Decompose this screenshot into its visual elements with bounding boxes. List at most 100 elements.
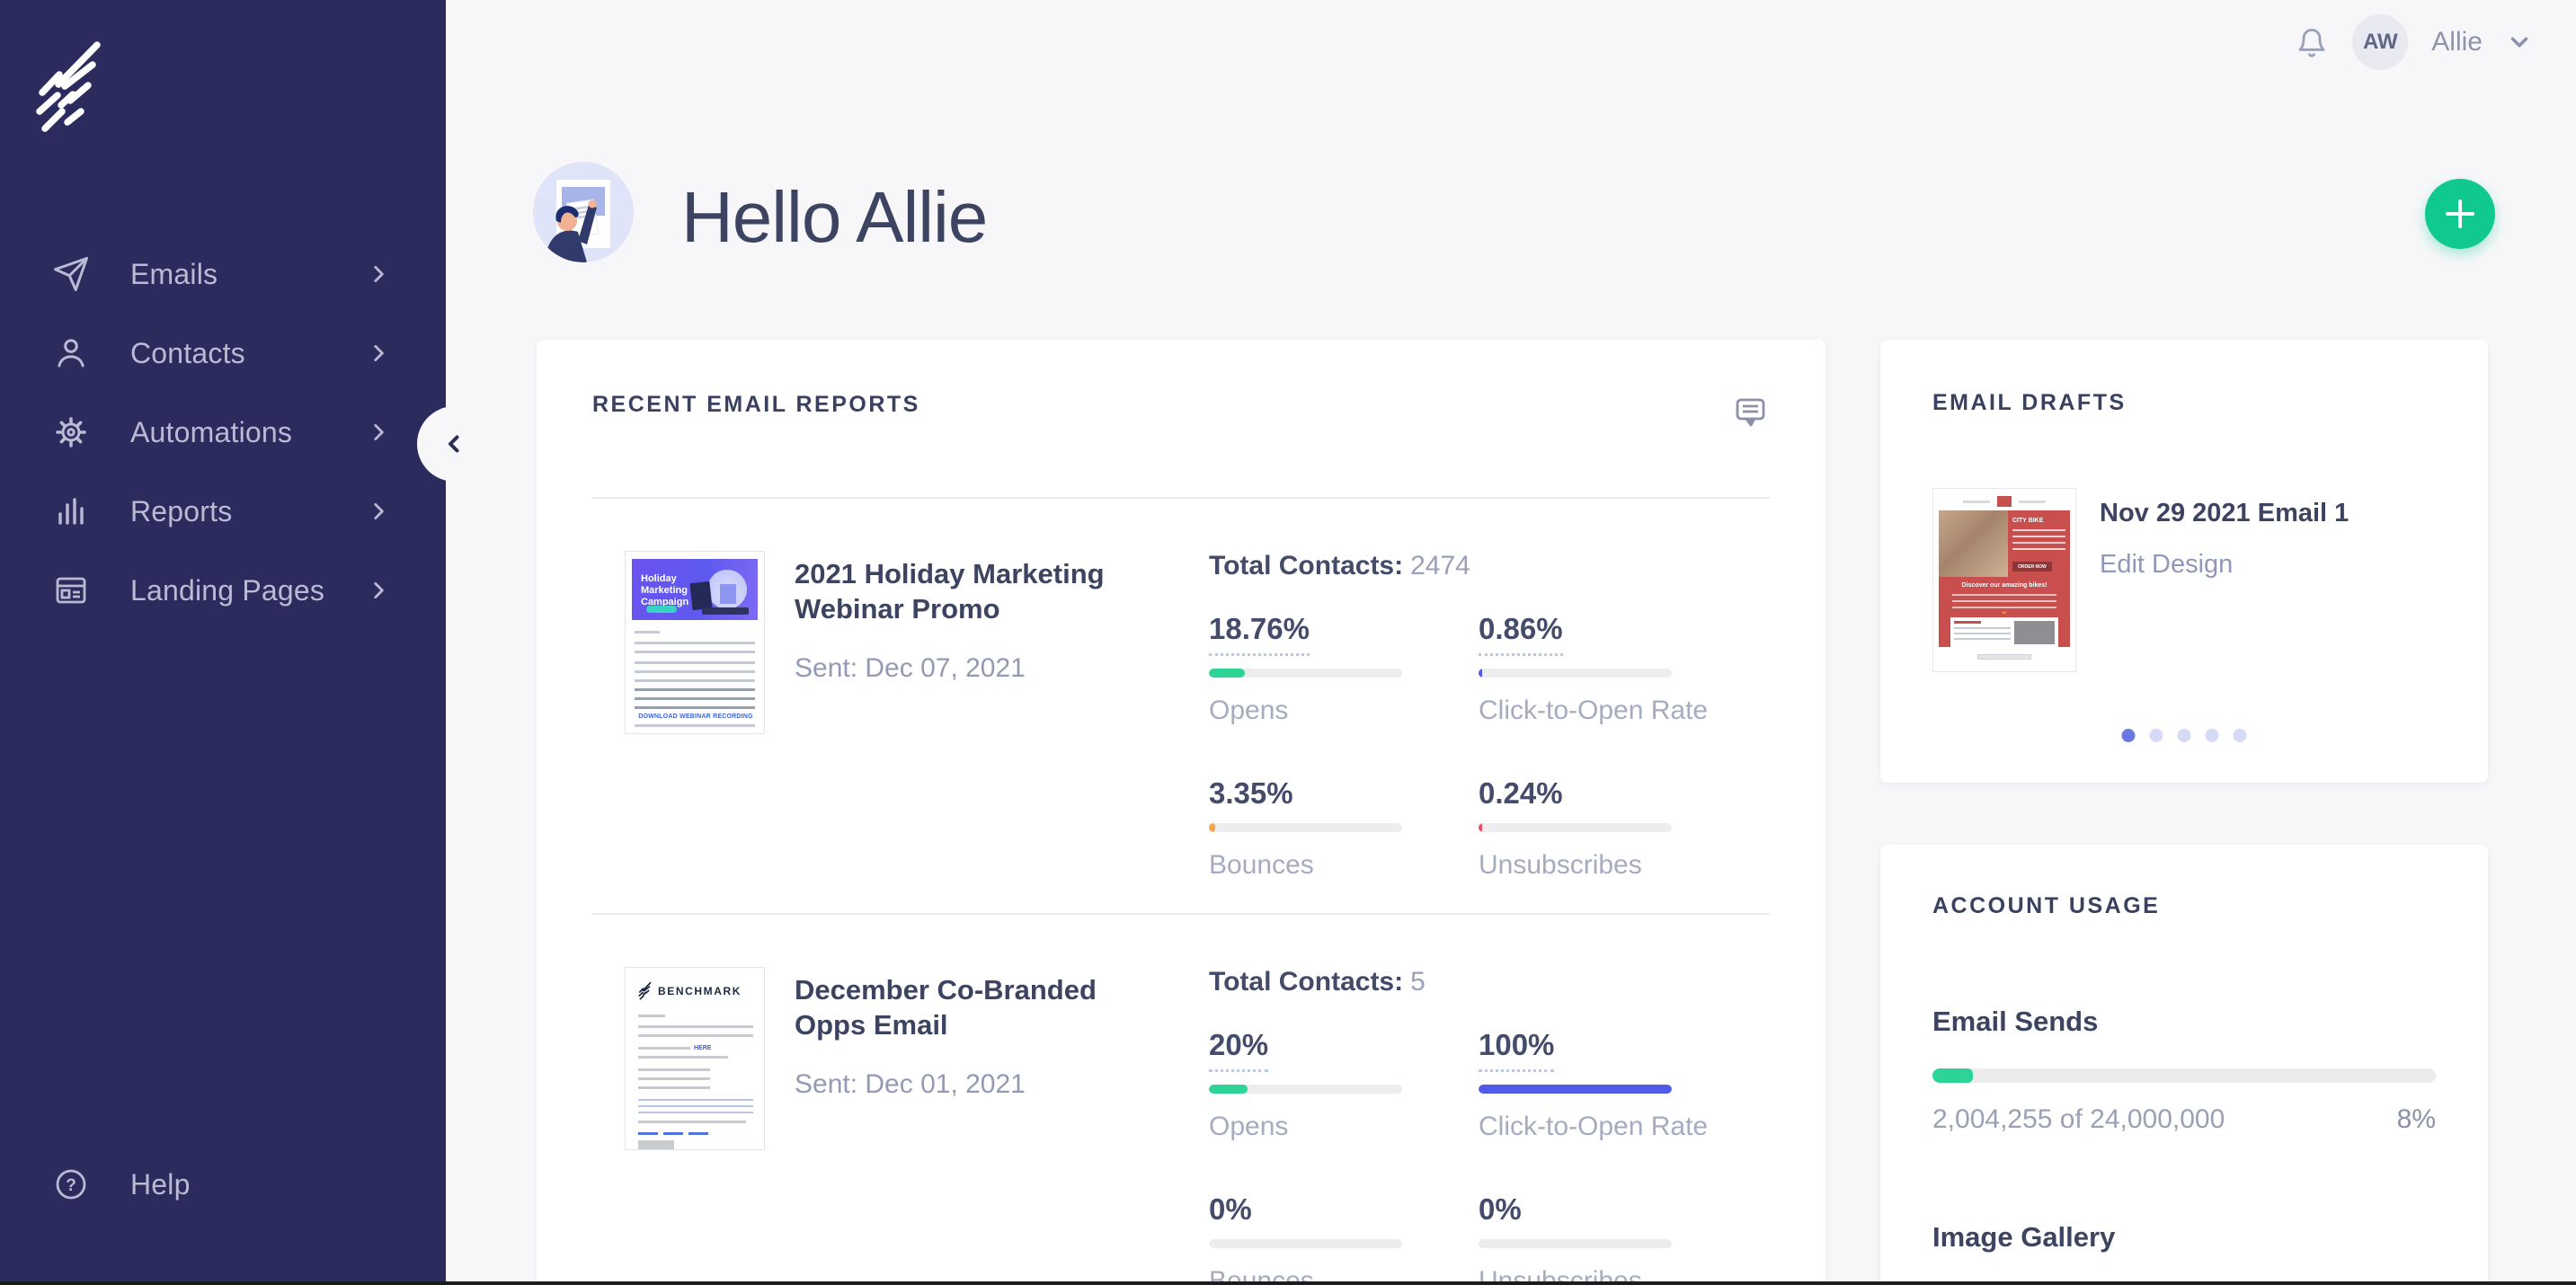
feedback-chat-icon[interactable]: [1730, 392, 1770, 436]
carousel-dot[interactable]: [2121, 729, 2136, 742]
sidebar-item-help[interactable]: ? Help: [0, 1145, 446, 1224]
total-contacts-label: Total Contacts:: [1209, 551, 1404, 580]
email-report-title[interactable]: December Co-Branded Opps Email: [795, 972, 1154, 1042]
edit-design-link[interactable]: Edit Design: [2100, 550, 2233, 580]
sidebar-item-contacts[interactable]: Contacts: [0, 314, 446, 393]
notifications-bell-icon[interactable]: [2295, 25, 2329, 59]
email-sends-bar: [1932, 1068, 2436, 1083]
chevron-down-icon[interactable]: [2506, 29, 2533, 56]
stat-value[interactable]: 18.76%: [1209, 612, 1310, 656]
stat-bar: [1479, 1085, 1672, 1094]
globe-building-shape: [720, 584, 736, 604]
stat-bar-fill: [1479, 669, 1483, 678]
stat-value: 0.24%: [1479, 776, 1563, 810]
chevron-right-icon: [367, 341, 390, 365]
create-new-button[interactable]: [2425, 179, 2495, 249]
text-lines-placeholder: [638, 1015, 665, 1018]
stat-bar-fill: [1209, 669, 1246, 678]
sidebar-item-label: Landing Pages: [130, 573, 325, 607]
email-sent-date: Sent: Dec 01, 2021: [795, 1069, 1026, 1099]
stat-bar: [1209, 1085, 1402, 1094]
stat-label: Opens: [1209, 1112, 1289, 1141]
carousel-dot[interactable]: [2205, 729, 2219, 742]
email-thumbnail[interactable]: Holiday Marketing Campaign DOWNLOAD WEBI…: [625, 551, 765, 734]
user-avatar[interactable]: AW: [2352, 14, 2409, 70]
person-icon: [51, 333, 91, 373]
bike-photo-placeholder: [1939, 510, 2008, 577]
stat-value[interactable]: 20%: [1209, 1028, 1269, 1072]
text-segment: [638, 1047, 690, 1050]
text-lines-placeholder: [638, 1068, 710, 1090]
email-sent-date: Sent: Dec 07, 2021: [795, 653, 1026, 683]
sidebar-item-label: Contacts: [130, 336, 245, 369]
carousel-dots: [2121, 729, 2247, 742]
stat-opens: 18.76% Opens: [1209, 612, 1479, 726]
hero-panel: CITY BIKE ORDER NOW: [2007, 510, 2070, 577]
stat-label: Click-to-Open Rate: [1479, 696, 1709, 725]
chevron-right-icon: [367, 579, 390, 602]
stat-bar-fill: [1209, 1085, 1248, 1094]
stat-value[interactable]: 0.86%: [1479, 612, 1563, 656]
usage-card-title: ACCOUNT USAGE: [1932, 893, 2161, 918]
account-usage-card: ACCOUNT USAGE Email Sends 2,004,255 of 2…: [1880, 845, 2488, 1285]
stat-value[interactable]: 100%: [1479, 1028, 1555, 1072]
chevron-right-icon: [367, 500, 390, 523]
inner-card: [1950, 617, 2058, 648]
thumbnail-button-shape: [646, 606, 677, 613]
inner-card-photo: [2014, 621, 2055, 644]
sidebar-item-label: Emails: [130, 257, 218, 290]
total-contacts-label: Total Contacts:: [1209, 967, 1404, 997]
greeting-avatar-illustration: [533, 162, 634, 262]
thumbnail-link-text: HERE: [694, 1045, 712, 1051]
stat-bar-fill: [1209, 823, 1216, 832]
reports-card-title: RECENT EMAIL REPORTS: [592, 392, 920, 417]
user-menu-name[interactable]: Allie: [2431, 27, 2483, 58]
stat-bar: [1209, 1239, 1402, 1248]
carousel-dot[interactable]: [2233, 729, 2247, 742]
thumbnail-banner: Holiday Marketing Campaign: [632, 559, 758, 620]
benchmark-logo[interactable]: [36, 41, 106, 139]
topbar: AW Allie: [2295, 11, 2533, 74]
chevron-left-icon: [449, 435, 459, 453]
avatar-initials-text: AW: [2362, 30, 2398, 54]
draft-thumbnail[interactable]: CITY BIKE ORDER NOW Discover our amazing…: [1932, 488, 2076, 672]
page-title: Hello Allie: [681, 177, 988, 257]
sidebar-item-reports[interactable]: Reports: [0, 472, 446, 551]
total-contacts-value: 5: [1410, 967, 1426, 997]
text-line-with-link: HERE: [638, 1045, 711, 1051]
sidebar-item-landing-pages[interactable]: Landing Pages: [0, 551, 446, 630]
thumbnail-link-text: DOWNLOAD WEBINAR RECORDING: [638, 713, 753, 720]
email-sends-percent: 8%: [2396, 1104, 2436, 1134]
email-report-title[interactable]: 2021 Holiday Marketing Webinar Promo: [795, 556, 1154, 626]
footer-links-placeholder: [638, 1132, 708, 1135]
browser-window-icon: [51, 571, 91, 610]
total-contacts: Total Contacts: 5: [1209, 967, 1770, 997]
sidebar-item-emails[interactable]: Emails: [0, 235, 446, 314]
svg-text:?: ?: [66, 1176, 76, 1195]
sidebar: Emails Contacts Automations Reports Land…: [0, 0, 446, 1285]
carousel-dot[interactable]: [2149, 729, 2163, 742]
email-report-row: BENCHMARK HERE December Co-Branded Opps …: [592, 915, 1770, 1285]
sidebar-item-automations[interactable]: Automations: [0, 393, 446, 472]
footer-logo-placeholder: [638, 1140, 674, 1149]
plus-icon: [2446, 199, 2474, 228]
stat-bar: [1209, 823, 1402, 832]
sidebar-collapse-toggle[interactable]: [417, 406, 493, 482]
stat-label: Opens: [1209, 696, 1289, 725]
email-thumbnail[interactable]: BENCHMARK HERE: [625, 967, 765, 1150]
text-lines-placeholder: [638, 1025, 753, 1038]
text-lines-placeholder: [635, 642, 755, 654]
thumb-header: [1939, 494, 2070, 509]
stat-label: Unsubscribes: [1479, 850, 1642, 880]
text-lines-placeholder: [635, 688, 755, 710]
draft-name: Nov 29 2021 Email 1: [2100, 499, 2349, 527]
bar-chart-icon: [51, 492, 91, 531]
stat-bar: [1479, 1239, 1672, 1248]
sidebar-nav: Emails Contacts Automations Reports Land…: [0, 235, 446, 630]
stat-unsubscribes: 0% Unsubscribes: [1479, 1192, 1770, 1285]
window-bottom-edge: [0, 1281, 2576, 1285]
stat-value: 0%: [1479, 1192, 1522, 1226]
stat-value: 3.35%: [1209, 776, 1293, 810]
stat-bar-fill: [1479, 823, 1483, 832]
carousel-dot[interactable]: [2177, 729, 2191, 742]
